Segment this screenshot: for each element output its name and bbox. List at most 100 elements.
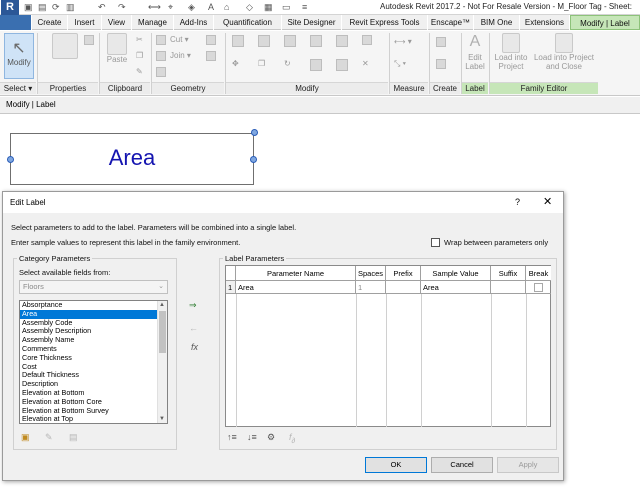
mirror-axis-icon[interactable] [284,35,298,47]
move-icon[interactable]: ✥ [232,59,239,68]
ok-button[interactable]: OK [365,457,427,473]
tab-quantification[interactable]: Quantification [214,15,282,30]
scale-icon[interactable] [362,35,374,45]
switch-windows-icon[interactable]: ▦ [264,2,273,13]
measure-icon[interactable]: ⟷ [148,2,161,13]
print-icon[interactable]: ▥ [66,2,75,13]
tab-enscape[interactable]: Enscape™ [428,15,474,30]
split-face-icon[interactable] [156,51,168,61]
close-button[interactable]: ✕ [543,195,552,208]
tab-manage[interactable]: Manage [132,15,174,30]
align-icon[interactable] [232,35,246,47]
edit-label-parameter-icon[interactable]: ⚙ [267,432,275,443]
left-drag-grip[interactable] [7,156,14,163]
offset-icon[interactable] [258,35,272,47]
dimension-icon[interactable]: ⌖ [168,2,173,13]
list-item[interactable]: Absorptance [20,301,167,310]
cancel-button[interactable]: Cancel [431,457,493,473]
undo-icon[interactable]: ↶ [98,2,106,13]
split-icon[interactable] [336,35,350,47]
tab-site-designer[interactable]: Site Designer [282,15,342,30]
fx-icon[interactable]: fx [191,342,198,352]
list-item[interactable]: Core Thickness [20,353,167,363]
scroll-up-icon[interactable]: ▲ [159,302,165,308]
tag-icon[interactable]: ◈ [188,2,195,13]
apply-button[interactable]: Apply [497,457,559,473]
create-similar-icon[interactable] [436,59,448,69]
panel-label: Label [462,82,488,94]
list-scrollbar[interactable]: ▲ ▼ [157,301,167,423]
tab-revit-express-tools[interactable]: Revit Express Tools [342,15,428,30]
rotate-grip-icon[interactable] [251,129,258,136]
create-group-icon[interactable] [436,37,448,47]
edit-parameter-icon[interactable]: ✎ [45,432,53,443]
thin-lines-icon[interactable]: ≡ [302,2,307,13]
rotate-icon[interactable]: ↻ [284,59,291,68]
parameter-name-cell[interactable]: Area [236,281,356,294]
cope-icon[interactable] [156,35,168,45]
right-drag-grip[interactable] [250,156,257,163]
move-up-icon[interactable]: ↑≡ [227,432,237,442]
match-properties-icon[interactable]: ✎ [136,67,143,76]
open-icon[interactable]: ▣ [24,2,33,13]
load-into-project-close-button[interactable]: Load into Project and Close [530,33,598,71]
redo-icon[interactable]: ↷ [118,2,126,13]
suffix-cell[interactable] [491,281,526,294]
cut-icon[interactable]: ✂ [136,35,143,44]
properties-button[interactable] [50,33,80,59]
category-dropdown[interactable]: Floors ⌄ [19,280,168,294]
measure-distance-icon[interactable]: ⟷ ▾ [394,37,412,46]
close-hidden-icon[interactable]: ▭ [282,2,291,13]
new-parameter-icon[interactable]: ▣ [21,432,30,443]
tab-bim-one[interactable]: BIM One [474,15,520,30]
paste-button[interactable]: Paste [104,33,130,64]
tab-modify-label[interactable]: Modify | Label [570,15,640,30]
available-fields-list[interactable]: Absorptance Area Assembly Code Assembly … [19,300,168,424]
cut-geometry-button[interactable]: Cut ▾ [170,35,189,44]
text-icon[interactable]: A [208,2,214,13]
scrollbar-thumb[interactable] [159,311,166,353]
join-geometry-button[interactable]: Join ▾ [170,51,191,60]
panel-select[interactable]: Select ▾ [0,82,36,94]
break-checkbox[interactable] [534,283,543,292]
tab-file[interactable] [0,15,32,30]
help-button[interactable]: ? [515,197,520,207]
remove-parameter-icon[interactable]: ← [189,323,198,333]
trim-icon[interactable] [310,59,324,71]
tab-insert[interactable]: Insert [68,15,102,30]
prefix-cell[interactable] [386,281,421,294]
modify-button[interactable]: ↖ Modify [4,33,34,79]
load-into-project-button[interactable]: Load into Project [492,33,530,71]
scroll-down-icon[interactable]: ▼ [159,416,165,422]
add-parameter-icon[interactable]: ⇒ [189,300,197,311]
save-icon[interactable]: ▤ [38,2,47,13]
tab-create[interactable]: Create [32,15,68,30]
wall-joins-icon[interactable] [156,67,168,77]
revit-logo-icon[interactable]: R [1,0,19,15]
sample-value-cell[interactable]: Area [421,281,491,294]
array-icon[interactable] [336,59,350,71]
wrap-checkbox[interactable] [431,238,440,247]
sync-icon[interactable]: ⟳ [52,2,60,13]
wrap-label: Wrap between parameters only [444,238,549,247]
list-item[interactable]: Elevation at Top [20,415,167,423]
copy-icon[interactable]: ❐ [136,51,143,60]
copy-element-icon[interactable]: ❐ [258,59,265,68]
section-icon[interactable]: ◇ [246,2,253,13]
tab-add-ins[interactable]: Add-Ins [174,15,214,30]
type-properties-icon[interactable] [84,35,96,45]
move-down-icon[interactable]: ↓≡ [247,432,257,442]
panel-modify: Modify [226,82,388,94]
3d-view-icon[interactable]: ⌂ [224,2,229,13]
paint-icon[interactable] [206,35,218,45]
delete-icon[interactable]: ✕ [362,59,369,68]
mirror-draw-icon[interactable] [310,35,324,47]
tab-view[interactable]: View [102,15,132,30]
spaces-cell[interactable]: 1 [356,281,386,294]
tab-extensions[interactable]: Extensions [520,15,570,30]
aligned-dimension-icon[interactable]: ⤡ ▾ [394,59,406,69]
demolish-icon[interactable] [206,51,218,61]
delete-parameter-icon[interactable]: ▤ [69,432,78,443]
fx-parameter-icon[interactable]: f∂ [289,432,295,445]
edit-label-button[interactable]: A Edit Label [462,33,488,71]
